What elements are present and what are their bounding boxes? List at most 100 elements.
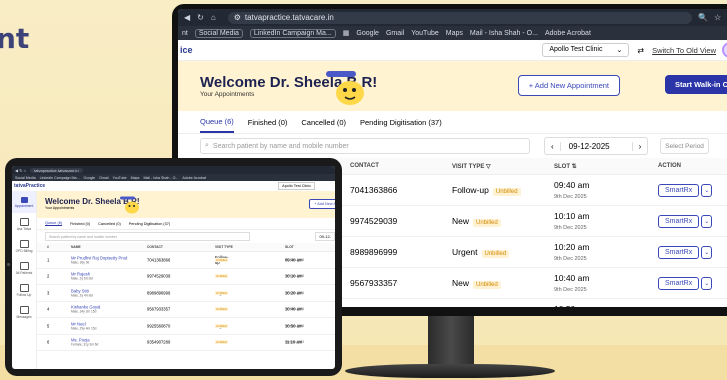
bookmark[interactable]: Google xyxy=(356,30,379,37)
chevron-left-icon[interactable]: ‹ xyxy=(545,142,560,151)
column-header[interactable]: VISIT TYPE ▽ xyxy=(452,163,491,170)
action-cell: SmartRx ⌄ xyxy=(658,214,713,228)
back-icon[interactable]: ◀ ↻ ⌂ xyxy=(15,168,26,173)
address-bar[interactable]: tatvapractice.tatvacare.in xyxy=(30,167,83,173)
search-icon: ⌕ xyxy=(205,142,209,149)
column-header[interactable]: VISIT TYPE xyxy=(215,245,233,249)
add-appointment-button[interactable]: + Add New Appointment xyxy=(517,75,620,96)
smartrx-button[interactable]: SmartRx xyxy=(658,183,700,197)
monitor-base xyxy=(345,364,555,378)
bookmark[interactable]: Maps xyxy=(446,30,463,37)
table-row[interactable]: 4 Kishanku Goyal Male, 34y 2m 15d 9567933… xyxy=(37,302,335,318)
bookmark[interactable]: Maps xyxy=(131,176,140,180)
contact-cell: 9974529039 xyxy=(350,216,398,226)
reload-icon[interactable]: ↻ xyxy=(197,13,204,22)
table-header: # NAME CONTACT VISIT TYPE SLOT xyxy=(37,243,335,252)
bookmark[interactable]: Google xyxy=(84,176,96,180)
sidebar-item-all-patients[interactable]: All Patients xyxy=(12,257,36,279)
tab-pending[interactable]: Pending Digitisation (37) xyxy=(360,118,442,127)
site-info-icon[interactable]: ⚙ xyxy=(234,13,241,22)
chevron-down-icon[interactable]: ⌄ xyxy=(701,245,713,259)
avatar[interactable] xyxy=(722,42,727,58)
tablet-camera xyxy=(7,263,10,266)
sidebar-item-opd-billing[interactable]: OPD Billing xyxy=(12,235,36,257)
app-logo: ice xyxy=(180,45,193,55)
date-picker[interactable]: 09-12- xyxy=(315,232,335,241)
sidebar-item-appointment[interactable]: Appointment xyxy=(12,191,36,213)
smartrx-button[interactable]: SmartRx xyxy=(658,276,700,290)
visit-type-cell: New Unbilled xyxy=(452,278,501,289)
monitor-stand xyxy=(428,316,474,368)
message-icon xyxy=(19,305,29,314)
sidebar-item-ask-tatva[interactable]: Ask Tatva xyxy=(12,213,36,235)
search-input[interactable]: ⌕ Search patient by name and mobile numbe… xyxy=(200,138,530,154)
sort-icon[interactable]: ⇅ xyxy=(572,164,577,170)
switch-view-link[interactable]: Switch To Old View xyxy=(652,46,716,55)
period-select[interactable]: Select Period xyxy=(660,138,709,154)
action-cell: SmartRx ⌄ xyxy=(658,276,713,290)
chevron-down-icon[interactable]: ⌄ xyxy=(701,183,713,197)
sidebar-item-messages[interactable]: Messages xyxy=(12,301,36,323)
switch-icon: ⇄ xyxy=(637,45,645,55)
star-icon[interactable]: ☆ xyxy=(714,13,721,22)
apps-icon[interactable]: ▦ xyxy=(343,29,350,37)
billing-icon xyxy=(19,239,29,248)
column-header[interactable]: SLOT xyxy=(285,245,294,249)
bookmark[interactable]: Adobe Acrobat xyxy=(182,176,206,180)
bookmark[interactable]: Gmail xyxy=(99,176,108,180)
filter-icon[interactable]: ▽ xyxy=(486,164,491,170)
chat-icon xyxy=(19,217,29,226)
bookmark[interactable]: LinkedIn Campaign Ma... xyxy=(40,176,80,180)
smartrx-button[interactable]: SmartRx xyxy=(658,245,700,259)
tab-finished[interactable]: Finished (0) xyxy=(70,222,90,226)
table-row[interactable]: 3 Baby StitiMale, 2y 4m 8d 8989896999 Ur… xyxy=(37,285,335,302)
bookmark[interactable]: Adobe Acrobat xyxy=(545,30,591,37)
tab-cancelled[interactable]: Cancelled (0) xyxy=(301,118,346,127)
table-row[interactable]: 2 Mr RajeshMale, 2y 6m 8d 9974529039 New… xyxy=(37,269,335,285)
start-walkin-button[interactable]: Start Walk-in Consul xyxy=(664,75,727,94)
bookmark[interactable]: YouTube xyxy=(113,176,127,180)
tab-finished[interactable]: Finished (0) xyxy=(248,118,288,127)
tab-queue[interactable]: Queue (6) xyxy=(45,221,63,226)
tab-cancelled[interactable]: Cancelled (0) xyxy=(98,222,121,226)
bookmark[interactable]: LinkedIn Campaign Ma... xyxy=(249,28,336,38)
column-header: CONTACT xyxy=(350,163,379,169)
slot-cell: 10:10 am 9th Dec 2025 xyxy=(554,211,590,231)
date-picker[interactable]: ‹ 09-12-2025 › xyxy=(544,137,649,155)
bookmark[interactable]: YouTube xyxy=(411,30,439,37)
home-icon[interactable]: ⌂ xyxy=(211,13,216,22)
bookmark[interactable]: Social Media xyxy=(194,28,243,38)
tab-pending[interactable]: Pending Digitisation (37) xyxy=(129,222,170,226)
app-logo: tatvaPractice xyxy=(14,183,46,189)
bookmark[interactable]: Mail - Isha Shah - O... xyxy=(470,30,538,37)
search-input[interactable]: Search patient by name and mobile number xyxy=(45,232,250,241)
back-icon[interactable]: ◀ xyxy=(184,13,190,22)
table-row[interactable]: 1 Mr Prudhvi Raj Dopisetty Prud Male, 36y… xyxy=(37,252,335,269)
chevron-right-icon[interactable]: › xyxy=(633,142,648,151)
table-row[interactable]: 6 Ms. Pooja Female, 31y 3m 6d 9354907289 … xyxy=(37,335,335,351)
tab-queue[interactable]: Queue (6) xyxy=(200,112,234,133)
zoom-icon[interactable]: 🔍 xyxy=(698,13,708,22)
smartrx-button[interactable]: SmartRx xyxy=(658,214,700,228)
chevron-down-icon[interactable]: ⌄ xyxy=(701,214,713,228)
clinic-select[interactable]: Apollo Test Clinic xyxy=(278,182,315,190)
status-badge: Unbilled xyxy=(492,188,521,196)
bookmark[interactable]: Gmail xyxy=(386,30,404,37)
status-badge: Unbilled xyxy=(215,307,228,312)
bookmark[interactable]: nt xyxy=(182,30,188,37)
add-appointment-button[interactable]: + Add New A xyxy=(309,199,335,209)
bookmark[interactable]: Mail - Isha Shah - O... xyxy=(143,176,178,180)
column-header[interactable]: SLOT ⇅ xyxy=(554,163,577,170)
bookmark[interactable]: Social Media xyxy=(15,176,36,180)
welcome-banner: Welcome Dr. Sheela B R! Your Appointment… xyxy=(37,191,335,218)
slot-cell: 10:50 am9th Dec 2025 xyxy=(554,304,589,307)
slot-cell: 10:20 am 9th Dec 2025 xyxy=(554,242,590,262)
clinic-select[interactable]: Apollo Test Clinic ⌄ xyxy=(542,43,630,57)
address-bar[interactable]: ⚙ tatvapractice.tatvacare.in xyxy=(227,11,693,24)
appointment-tabs: Queue (6) Finished (0) Cancelled (0) Pen… xyxy=(178,111,727,134)
chevron-down-icon[interactable]: ⌄ xyxy=(701,276,713,290)
sidebar-item-follow-up[interactable]: Follow Up xyxy=(12,279,36,301)
status-badge: Unbilled xyxy=(215,340,228,345)
table-row[interactable]: 5 Mr NeelMale, 29y 4m 15d 9925560870 Urg… xyxy=(37,318,335,335)
table-body: 1 Mr Prudhvi Raj Dopisetty Prud Male, 36y… xyxy=(37,252,335,351)
